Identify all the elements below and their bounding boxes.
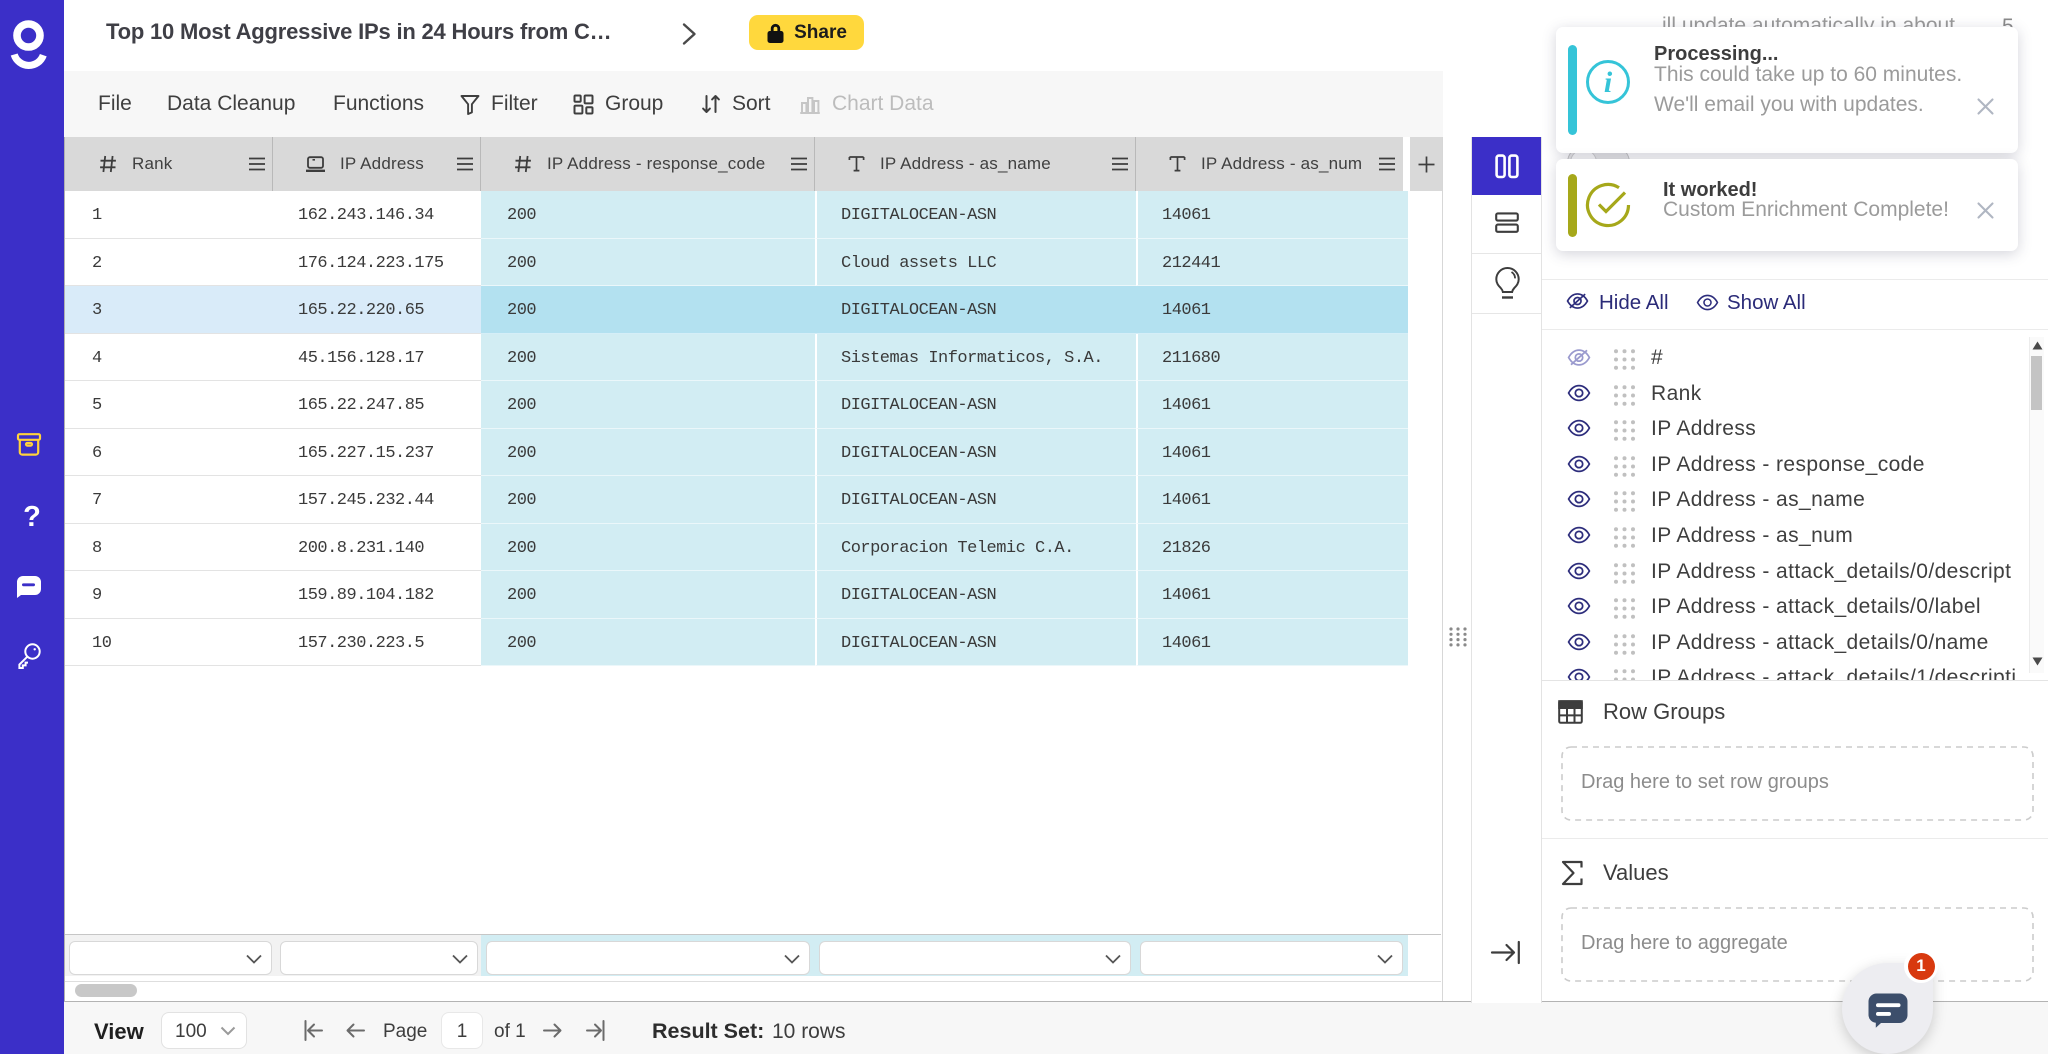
svg-text:i: i [1604, 66, 1613, 99]
